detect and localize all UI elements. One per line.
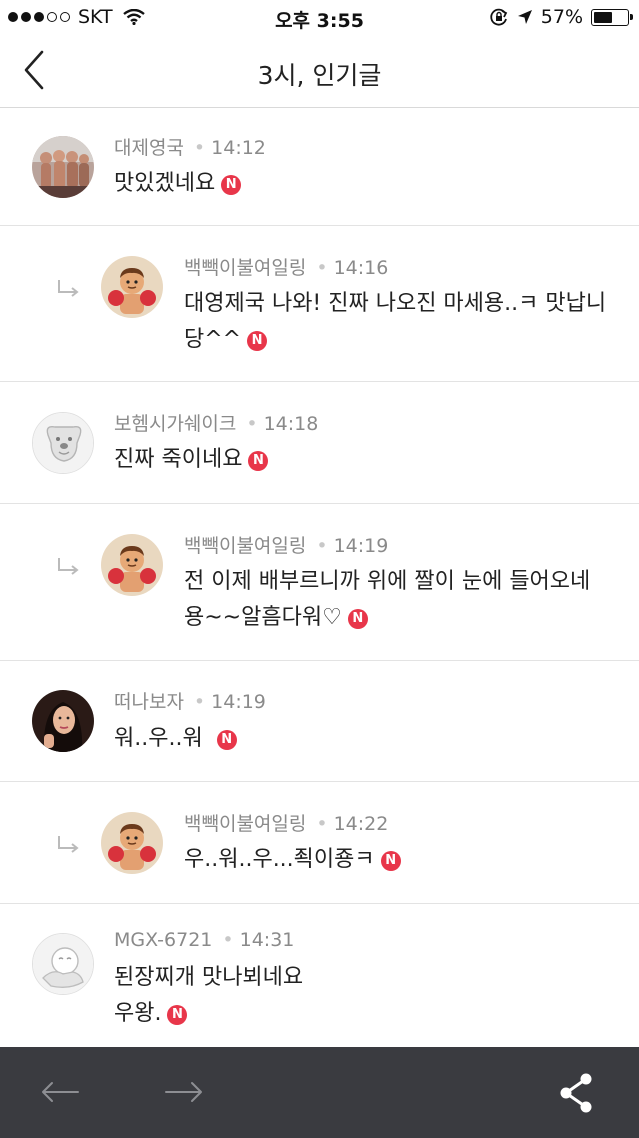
new-badge: N [380, 851, 401, 871]
comment-author[interactable]: 백빽이불여일링 [184, 813, 306, 835]
new-badge: N [347, 609, 368, 629]
comment-line: 우왕. [114, 1001, 162, 1026]
status-bar: SKT 오후 3:55 57% [0, 0, 639, 36]
comment-time: 14:18 [263, 413, 319, 435]
comment-meta: 떠나보자 • 14:19 [114, 691, 266, 713]
comment-line: 전 이제 배부르니까 위에 짤이 눈에 들어오네 [184, 569, 591, 594]
comment-author[interactable]: 백빽이불여일링 [184, 257, 306, 279]
battery-percent: 57% [540, 6, 583, 28]
comment-line: 진짜 죽이네요 [114, 447, 243, 472]
arrow-right-icon [165, 1082, 202, 1102]
comment-meta: MGX-6721 • 14:31 [114, 929, 295, 951]
avatar[interactable] [101, 534, 163, 596]
avatar[interactable] [101, 812, 163, 874]
new-badge: N [247, 331, 268, 351]
comment-meta: 백빽이불여일링 • 14:22 [184, 813, 389, 835]
comment-item[interactable]: 백빽이불여일링 • 14:16 대영제국 나와! 진짜 나오진 마세용..ㅋ 맛납니… [0, 226, 639, 382]
comment-text: 된장찌개 맛나뵈네요 우왕. N [114, 960, 303, 1032]
comment-line: 당^^ [184, 327, 242, 352]
page-title: 3시, 인기글 [257, 61, 382, 90]
new-badge: N [248, 451, 269, 471]
reply-arrow-icon [58, 558, 79, 575]
comment-item[interactable]: MGX-6721 • 14:31 된장찌개 맛나뵈네요 우왕. N [0, 904, 639, 1048]
orientation-lock-icon [490, 8, 507, 26]
reply-arrow-icon [58, 280, 79, 297]
new-badge: N [221, 175, 242, 195]
avatar[interactable] [101, 256, 163, 318]
comment-time: 14:16 [333, 257, 389, 279]
comment-line: 대영제국 나와! 진짜 나오진 마세용..ㅋ 맛납니 [184, 291, 607, 316]
share-icon [560, 1073, 592, 1113]
nav-bar: 3시, 인기글 [0, 36, 639, 108]
comment-time: 14:19 [211, 691, 266, 713]
comment-line: 용~~알흠다워♡ [184, 605, 342, 630]
comment-line: 워..우..워 [114, 726, 203, 751]
comment-text: 진짜 죽이네요 N [114, 442, 269, 478]
comment-line: 맛있겠네요 [114, 171, 216, 196]
comment-text: 워..우..워 N [114, 721, 237, 757]
comment-meta: 대제영국 • 14:12 [114, 137, 266, 159]
comment-meta: 보헴시가쉐이크 • 14:18 [114, 413, 319, 435]
comment-author[interactable]: 떠나보자 [114, 691, 184, 713]
comment-line: 된장찌개 맛나뵈네요 [114, 965, 304, 990]
comment-time: 14:22 [333, 813, 389, 835]
comment-time: 14:12 [211, 137, 266, 159]
reply-arrow-icon [58, 836, 79, 853]
new-badge: N [216, 730, 237, 750]
new-badge: N [167, 1005, 188, 1025]
comment-list[interactable]: 대제영국 • 14:12 맛있겠네요 N 백빽이불여일링 • 14:16 대영제… [0, 108, 639, 1048]
comment-text: 대영제국 나와! 진짜 나오진 마세용..ㅋ 맛납니 당^^ N [184, 286, 606, 358]
comment-item[interactable]: 대제영국 • 14:12 맛있겠네요 N [0, 108, 639, 226]
arrow-left-icon [42, 1082, 79, 1102]
comment-item[interactable]: 백빽이불여일링 • 14:22 우..워..우...죅이죵ㅋ N [0, 782, 639, 904]
location-icon [517, 10, 532, 24]
battery-icon [591, 8, 633, 26]
comment-meta: 백빽이불여일링 • 14:19 [184, 535, 389, 557]
bottom-toolbar [0, 1047, 639, 1138]
next-button[interactable] [162, 1077, 206, 1107]
comment-author[interactable]: 대제영국 [114, 137, 184, 159]
avatar[interactable] [32, 933, 94, 995]
prev-button[interactable] [38, 1077, 82, 1107]
comment-author[interactable]: 백빽이불여일링 [184, 535, 306, 557]
avatar[interactable] [32, 690, 94, 752]
comment-text: 전 이제 배부르니까 위에 짤이 눈에 들어오네 용~~알흠다워♡ N [184, 564, 590, 636]
avatar[interactable] [32, 136, 94, 198]
comment-meta: 백빽이불여일링 • 14:16 [184, 257, 389, 279]
comment-time: 14:19 [333, 535, 389, 557]
status-right: 57% [489, 6, 633, 28]
share-button[interactable] [556, 1071, 596, 1115]
comment-author[interactable]: 보헴시가쉐이크 [114, 413, 236, 435]
avatar[interactable] [32, 412, 94, 474]
comment-time: 14:31 [239, 929, 295, 951]
comment-item[interactable]: 떠나보자 • 14:19 워..우..워 N [0, 661, 639, 782]
comment-item[interactable]: 보헴시가쉐이크 • 14:18 진짜 죽이네요 N [0, 382, 639, 504]
comment-line: 우..워..우...죅이죵ㅋ [184, 847, 375, 872]
comment-text: 맛있겠네요 N [114, 166, 242, 202]
comment-item[interactable]: 백빽이불여일링 • 14:19 전 이제 배부르니까 위에 짤이 눈에 들어오네 용… [0, 504, 639, 661]
comment-text: 우..워..우...죅이죵ㅋ N [184, 842, 401, 878]
comment-author[interactable]: MGX-6721 [114, 929, 212, 951]
battery-fill [594, 11, 612, 23]
